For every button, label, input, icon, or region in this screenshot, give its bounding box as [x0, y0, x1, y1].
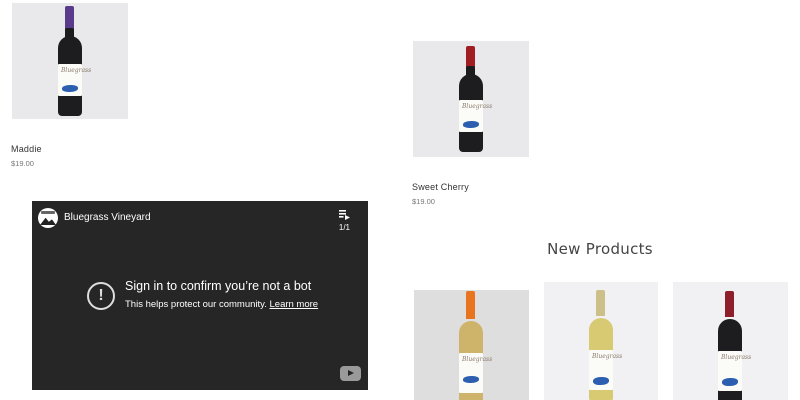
- alert-title: Sign in to confirm you’re not a bot: [125, 279, 312, 293]
- wine-bottle-image: Bluegrass: [715, 291, 751, 400]
- product-name[interactable]: Sweet Cherry: [412, 182, 469, 192]
- alert-text: This helps protect our community. Learn …: [125, 299, 318, 310]
- playlist-count: 1/1: [338, 223, 350, 232]
- wine-bottle-image: Bluegrass: [456, 46, 492, 154]
- product-image-maddie[interactable]: Bluegrass: [12, 3, 128, 119]
- alert-message: This helps protect our community.: [125, 299, 267, 310]
- product-price: $19.00: [11, 159, 34, 168]
- wine-bottle-image: Bluegrass: [586, 290, 622, 400]
- product-name[interactable]: Maddie: [11, 144, 42, 154]
- learn-more-link[interactable]: Learn more: [270, 299, 319, 310]
- channel-name[interactable]: Bluegrass Vineyard: [64, 212, 151, 223]
- new-product-image-3[interactable]: Bluegrass: [673, 282, 788, 400]
- wine-bottle-image: Bluegrass: [456, 291, 492, 400]
- video-embed[interactable]: Bluegrass Vineyard 1/1 ! Sign in to conf…: [32, 201, 368, 390]
- wine-bottle-image: Bluegrass: [55, 6, 91, 118]
- alert-icon: !: [87, 282, 115, 310]
- playlist-icon[interactable]: [339, 210, 350, 220]
- product-price: $19.00: [412, 197, 435, 206]
- new-products-heading: New Products: [547, 240, 653, 258]
- youtube-logo-icon[interactable]: [340, 366, 361, 381]
- new-product-image-2[interactable]: Bluegrass: [544, 282, 658, 400]
- product-image-sweet-cherry[interactable]: Bluegrass: [413, 41, 529, 157]
- new-product-image-1[interactable]: Bluegrass: [414, 290, 529, 400]
- channel-avatar[interactable]: [38, 208, 58, 228]
